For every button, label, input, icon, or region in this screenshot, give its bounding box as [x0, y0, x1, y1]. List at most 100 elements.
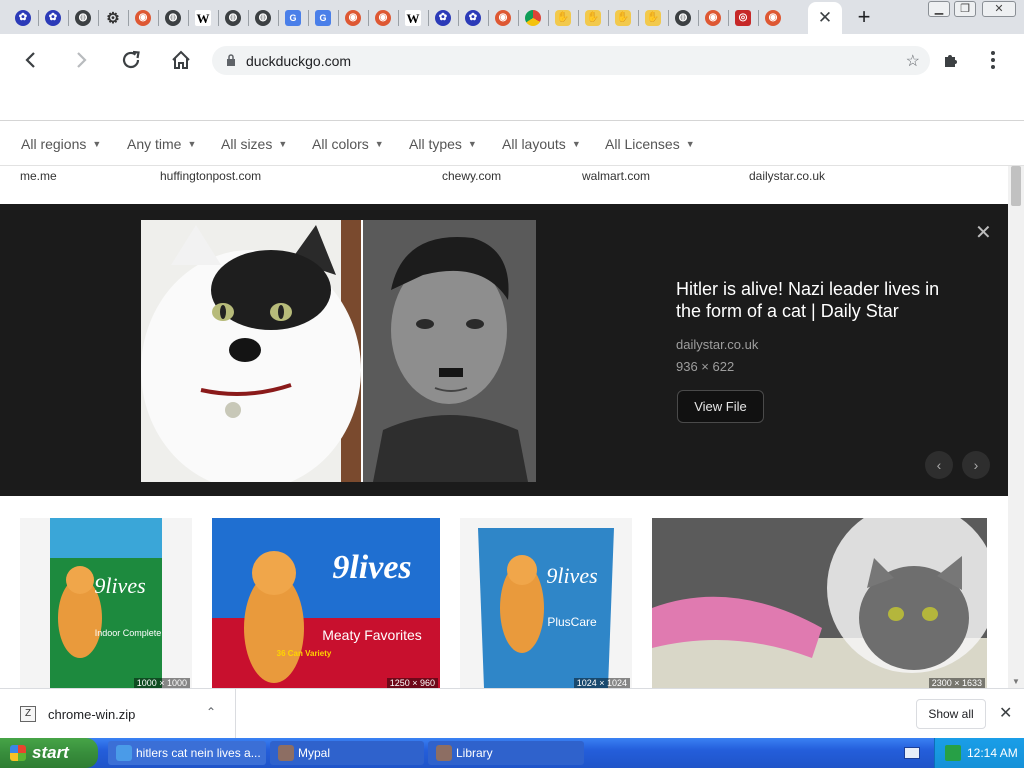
detail-image[interactable] [141, 220, 536, 482]
back-button[interactable] [16, 45, 46, 75]
filter-regions[interactable]: All regions ▼ [21, 136, 101, 152]
address-bar[interactable]: duckduckgo.com ☆ [212, 46, 930, 75]
paw-icon: ✿ [15, 10, 31, 26]
brand-text: 9lives [94, 573, 145, 598]
taskbar: start hitlers cat nein lives a... Mypal … [0, 738, 1024, 768]
chrome-icon [525, 10, 541, 26]
browser-tab[interactable]: ✋ [580, 5, 606, 31]
show-all-button[interactable]: Show all [916, 699, 986, 729]
taskbar-item-chrome[interactable]: hitlers cat nein lives a... [108, 741, 266, 765]
filter-types[interactable]: All types ▼ [409, 136, 477, 152]
browser-tab[interactable] [520, 5, 546, 31]
filter-layouts[interactable]: All layouts ▼ [502, 136, 581, 152]
result-source[interactable]: huffingtonpost.com [160, 169, 261, 183]
detail-title[interactable]: Hitler is alive! Nazi leader lives in th… [676, 278, 966, 322]
google-translate-icon: G [315, 10, 331, 26]
browser-tab[interactable]: W [400, 5, 426, 31]
browser-tab[interactable]: ⚙ [100, 5, 126, 31]
browser-tab[interactable]: ◍ [220, 5, 246, 31]
url-text[interactable]: duckduckgo.com [246, 53, 351, 69]
filter-licenses[interactable]: All Licenses ▼ [605, 136, 695, 152]
filter-sizes[interactable]: All sizes ▼ [221, 136, 287, 152]
extensions-button[interactable] [936, 45, 966, 75]
browser-tab[interactable]: ◉ [490, 5, 516, 31]
download-filename[interactable]: chrome-win.zip [48, 707, 135, 722]
browser-tab[interactable]: ◍ [250, 5, 276, 31]
forward-button[interactable] [66, 45, 96, 75]
result-source[interactable]: me.me [20, 169, 57, 183]
result-thumbnail[interactable]: 2300 × 1633 [652, 518, 987, 688]
keyboard-icon[interactable] [904, 747, 920, 759]
back-arrow-icon [25, 52, 35, 68]
globe-icon: ◍ [75, 10, 91, 26]
view-file-button[interactable]: View File [677, 390, 764, 423]
next-image-button[interactable]: › [962, 451, 990, 479]
browser-tab[interactable]: ✋ [640, 5, 666, 31]
result-thumbnail[interactable]: 9lives Meaty Favorites 36 Can Variety 12… [212, 518, 440, 688]
taskbar-item-mypal[interactable]: Mypal [270, 741, 424, 765]
toolbar: duckduckgo.com ☆ [0, 34, 1024, 86]
browser-tab[interactable]: ✿ [460, 5, 486, 31]
tab-divider [98, 10, 99, 26]
bookmark-star-icon[interactable]: ☆ [906, 51, 920, 71]
tab-divider [398, 10, 399, 26]
scroll-down-arrow-icon[interactable]: ▼ [1012, 677, 1020, 686]
network-icon[interactable] [945, 745, 961, 761]
browser-tab[interactable]: ✿ [430, 5, 456, 31]
close-tab-icon[interactable]: ✕ [818, 8, 832, 28]
browser-tab[interactable]: ◍ [70, 5, 96, 31]
chevron-up-icon[interactable]: ⌃ [206, 705, 216, 719]
dropdown-caret-icon: ▼ [685, 139, 695, 149]
browser-tab[interactable]: ◉ [760, 5, 786, 31]
active-tab[interactable]: ✕ [808, 2, 842, 34]
taskbar-item-label: hitlers cat nein lives a... [136, 746, 261, 760]
tab-divider [68, 10, 69, 26]
browser-tab[interactable]: ✋ [610, 5, 636, 31]
wikipedia-icon: W [195, 10, 211, 26]
browser-tab[interactable]: ◉ [700, 5, 726, 31]
browser-tab[interactable]: ✿ [10, 5, 36, 31]
browser-tab[interactable]: ◉ [130, 5, 156, 31]
result-source[interactable]: chewy.com [442, 169, 501, 183]
start-button[interactable]: start [0, 738, 98, 768]
previous-image-button[interactable]: ‹ [925, 451, 953, 479]
restore-button[interactable]: ❐ [954, 1, 976, 17]
browser-tab[interactable]: ◉ [370, 5, 396, 31]
close-download-bar-icon[interactable]: ✕ [999, 703, 1012, 723]
taskbar-item-library[interactable]: Library [428, 741, 584, 765]
detail-domain[interactable]: dailystar.co.uk [676, 337, 758, 352]
result-thumbnail[interactable]: 9lives PlusCare 1024 × 1024 [460, 518, 632, 688]
home-button[interactable] [166, 45, 196, 75]
browser-tab[interactable]: ◍ [670, 5, 696, 31]
browser-tab[interactable]: ◉ [340, 5, 366, 31]
tab-divider [428, 10, 429, 26]
vertical-scrollbar[interactable]: ▼ [1008, 166, 1024, 688]
filter-time[interactable]: Any time ▼ [127, 136, 196, 152]
result-source[interactable]: walmart.com [582, 169, 650, 183]
minimize-button[interactable]: ▁ [928, 1, 950, 17]
browser-tab[interactable]: W [190, 5, 216, 31]
browser-tab[interactable]: ✿ [40, 5, 66, 31]
reload-button[interactable] [116, 45, 146, 75]
tab-divider [668, 10, 669, 26]
result-thumbnail[interactable]: 9lives Indoor Complete 1000 × 1000 [20, 518, 192, 688]
browser-tab[interactable]: G [310, 5, 336, 31]
new-tab-button[interactable]: + [852, 5, 876, 29]
cat-with-cone-photo [652, 518, 987, 688]
scrollbar-thumb[interactable] [1011, 166, 1021, 206]
lock-icon[interactable] [226, 54, 236, 67]
close-window-button[interactable]: ✕ [982, 1, 1016, 17]
browser-icon [116, 745, 132, 761]
globe-icon: ◍ [255, 10, 271, 26]
menu-button[interactable] [978, 45, 1008, 75]
result-source[interactable]: dailystar.co.uk [749, 169, 825, 183]
browser-tab[interactable]: G [280, 5, 306, 31]
download-item[interactable]: Z chrome-win.zip ⌃ [0, 689, 236, 739]
image-dimensions: 1250 × 960 [386, 678, 438, 688]
browser-tab[interactable]: ◎ [730, 5, 756, 31]
clock[interactable]: 12:14 AM [967, 746, 1018, 760]
browser-tab[interactable]: ◍ [160, 5, 186, 31]
browser-tab[interactable]: ✋ [550, 5, 576, 31]
close-detail-icon[interactable]: ✕ [975, 220, 992, 245]
filter-colors[interactable]: All colors ▼ [312, 136, 384, 152]
